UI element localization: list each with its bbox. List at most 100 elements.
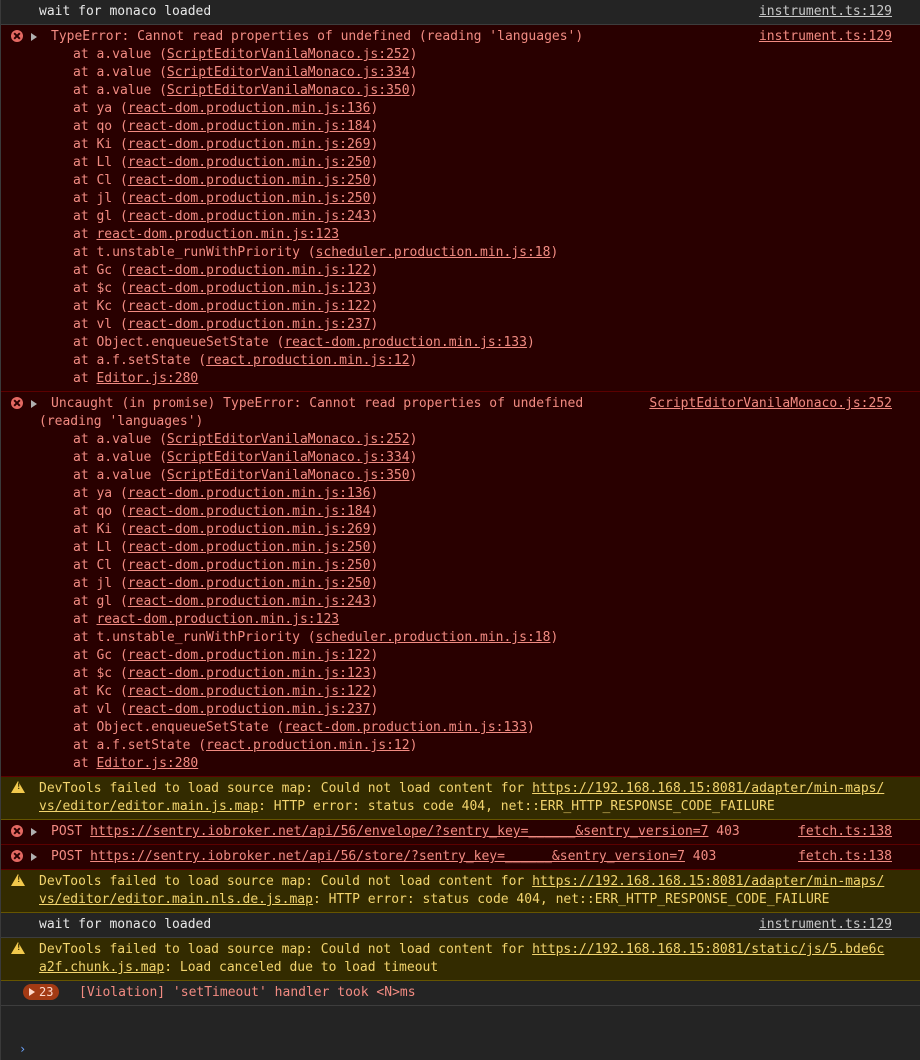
console-message-info: wait for monaco loaded instrument.ts:129 [1, 0, 920, 25]
stack-frame-function: at [73, 756, 97, 771]
stack-frame-end: ) [550, 245, 559, 260]
console-prompt-icon[interactable]: › [19, 1040, 26, 1058]
source-link[interactable]: ScriptEditorVanilaMonaco.js:252 [649, 395, 892, 413]
stack-frame-function: at qo ( [73, 119, 128, 134]
stack-frame-link[interactable]: react-dom.production.min.js:243 [128, 209, 371, 224]
warning-message: DevTools failed to load source map: Coul… [39, 941, 892, 977]
source-link[interactable]: instrument.ts:129 [759, 3, 892, 21]
stack-frame-link[interactable]: react-dom.production.min.js:123 [128, 281, 371, 296]
stack-frame-link[interactable]: react.production.min.js:12 [206, 738, 410, 753]
source-link[interactable]: fetch.ts:138 [798, 823, 892, 841]
error-message-continued: (reading 'languages') [39, 414, 204, 429]
stack-frame-end: ) [409, 353, 418, 368]
stack-frame-end: ) [370, 173, 379, 188]
stack-frame-link[interactable]: react-dom.production.min.js:269 [128, 137, 371, 152]
stack-frame: at t.unstable_runWithPriority (scheduler… [73, 244, 892, 262]
console-message-error: Uncaught (in promise) TypeError: Cannot … [1, 392, 920, 777]
stack-frame-link[interactable]: react-dom.production.min.js:136 [128, 486, 371, 501]
stack-frame-link[interactable]: react-dom.production.min.js:123 [96, 227, 339, 242]
stack-frame-link[interactable]: ScriptEditorVanilaMonaco.js:252 [167, 432, 410, 447]
stack-frame-end: ) [370, 209, 379, 224]
stack-frame-link[interactable]: react-dom.production.min.js:133 [284, 335, 527, 350]
stack-frame: at Ki (react-dom.production.min.js:269) [73, 521, 892, 539]
stack-frame-link[interactable]: react-dom.production.min.js:122 [128, 684, 371, 699]
stack-frame-function: at [73, 371, 97, 386]
stack-frame-end: ) [370, 684, 379, 699]
stack-frame-function: at Cl ( [73, 173, 128, 188]
stack-frame: at a.value (ScriptEditorVanilaMonaco.js:… [73, 431, 892, 449]
warning-prefix: DevTools failed to load source map: Coul… [39, 874, 533, 889]
expand-triangle-icon[interactable] [31, 828, 37, 836]
stack-frame: at a.value (ScriptEditorVanilaMonaco.js:… [73, 46, 892, 64]
stack-frame-link[interactable]: react-dom.production.min.js:269 [128, 522, 371, 537]
stack-frame-function: at Cl ( [73, 558, 128, 573]
stack-frame-end: ) [370, 540, 379, 555]
stack-frame-function: at Ll ( [73, 540, 128, 555]
stack-frame: at Object.enqueueSetState (react-dom.pro… [73, 334, 892, 352]
stack-frame-link[interactable]: react-dom.production.min.js:250 [128, 576, 371, 591]
stack-frame-link[interactable]: scheduler.production.min.js:18 [316, 245, 551, 260]
expand-triangle-icon[interactable] [31, 33, 37, 41]
stack-frame-link[interactable]: react-dom.production.min.js:237 [128, 317, 371, 332]
stack-frame-link[interactable]: react.production.min.js:12 [206, 353, 410, 368]
stack-frame-end: ) [409, 47, 418, 62]
source-link[interactable]: instrument.ts:129 [759, 916, 892, 934]
stack-frame-link[interactable]: react-dom.production.min.js:250 [128, 155, 371, 170]
stack-frame: at vl (react-dom.production.min.js:237) [73, 316, 892, 334]
stack-frame-link[interactable]: react-dom.production.min.js:122 [128, 263, 371, 278]
stack-frame-link[interactable]: ScriptEditorVanilaMonaco.js:334 [167, 65, 410, 80]
stack-frame-link[interactable]: react-dom.production.min.js:250 [128, 540, 371, 555]
stack-frame: at Cl (react-dom.production.min.js:250) [73, 557, 892, 575]
request-url-link[interactable]: https://sentry.iobroker.net/api/56/envel… [90, 824, 708, 839]
stack-frame-end: ) [526, 720, 535, 735]
stack-frame-function: at qo ( [73, 504, 128, 519]
stack-frame-link[interactable]: react-dom.production.min.js:184 [128, 119, 371, 134]
stack-frame-link[interactable]: react-dom.production.min.js:136 [128, 101, 371, 116]
stack-frame-link[interactable]: scheduler.production.min.js:18 [316, 630, 551, 645]
expand-triangle-icon[interactable] [31, 400, 37, 408]
status-code: 403 [716, 824, 740, 839]
stack-frame-function: at jl ( [73, 576, 128, 591]
source-link[interactable]: instrument.ts:129 [759, 28, 892, 46]
message-text: wait for monaco loaded [39, 917, 212, 932]
stack-frame-link[interactable]: ScriptEditorVanilaMonaco.js:350 [167, 83, 410, 98]
stack-frame-function: at vl ( [73, 702, 128, 717]
status-code: 403 [692, 849, 717, 864]
stack-frame-link[interactable]: react-dom.production.min.js:184 [128, 504, 371, 519]
stack-frame-end: ) [370, 317, 379, 332]
stack-frame: at $c (react-dom.production.min.js:123) [73, 280, 892, 298]
stack-frame-link[interactable]: react-dom.production.min.js:122 [128, 299, 371, 314]
stack-frame-end: ) [409, 65, 418, 80]
console-message-warning: DevTools failed to load source map: Coul… [1, 938, 920, 981]
source-link[interactable]: fetch.ts:138 [798, 848, 892, 866]
stack-frame-end: ) [370, 558, 379, 573]
stack-frame: at a.value (ScriptEditorVanilaMonaco.js:… [73, 82, 892, 100]
stack-frame-link[interactable]: react-dom.production.min.js:243 [128, 594, 371, 609]
stack-frame-link[interactable]: react-dom.production.min.js:250 [128, 173, 371, 188]
stack-frame-link[interactable]: react-dom.production.min.js:123 [96, 612, 339, 627]
stack-frame-end: ) [370, 191, 379, 206]
stack-frame-function: at gl ( [73, 594, 128, 609]
stack-frame: at Gc (react-dom.production.min.js:122) [73, 647, 892, 665]
request-url-link[interactable]: https://sentry.iobroker.net/api/56/store… [90, 849, 685, 864]
stack-frame: at t.unstable_runWithPriority (scheduler… [73, 629, 892, 647]
error-icon [11, 30, 23, 42]
stack-frame-link[interactable]: ScriptEditorVanilaMonaco.js:334 [167, 450, 410, 465]
stack-frame-link[interactable]: react-dom.production.min.js:250 [128, 558, 371, 573]
stack-frame-link[interactable]: ScriptEditorVanilaMonaco.js:350 [167, 468, 410, 483]
stack-frame-link[interactable]: react-dom.production.min.js:122 [128, 648, 371, 663]
stack-frame-link[interactable]: react-dom.production.min.js:123 [128, 666, 371, 681]
stack-frame-link[interactable]: Editor.js:280 [96, 756, 198, 771]
repeat-count-badge[interactable]: 23 [23, 984, 60, 1000]
stack-frame-link[interactable]: react-dom.production.min.js:133 [284, 720, 527, 735]
stack-frame-function: at Ki ( [73, 137, 128, 152]
console-message-info: wait for monaco loaded instrument.ts:129 [1, 913, 920, 938]
error-icon [11, 397, 23, 409]
stack-frame-end: ) [370, 594, 379, 609]
stack-frame-link[interactable]: ScriptEditorVanilaMonaco.js:252 [167, 47, 410, 62]
stack-frame-link[interactable]: react-dom.production.min.js:250 [128, 191, 371, 206]
expand-triangle-icon[interactable] [31, 853, 37, 861]
stack-frame-link[interactable]: react-dom.production.min.js:237 [128, 702, 371, 717]
stack-frame-link[interactable]: Editor.js:280 [96, 371, 198, 386]
stack-frame-end: ) [370, 137, 379, 152]
